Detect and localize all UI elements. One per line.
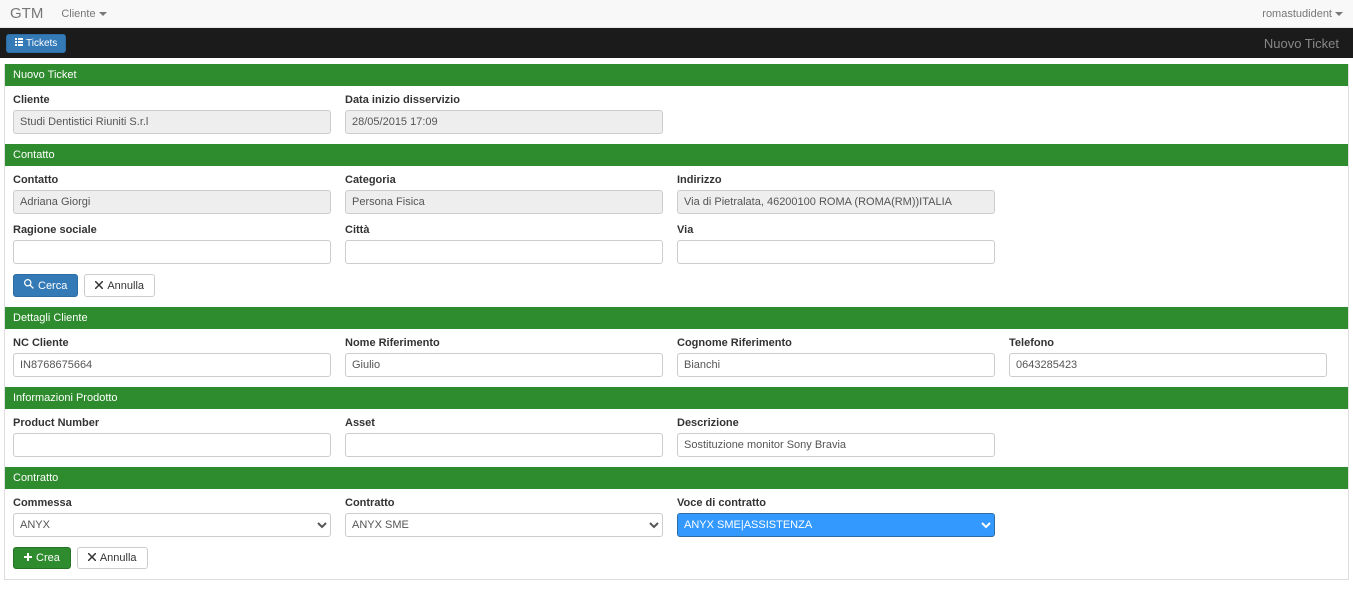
annulla-button-label: Annulla xyxy=(107,280,144,292)
nc-cliente-label: NC Cliente xyxy=(13,337,331,349)
voce-label: Voce di contratto xyxy=(677,497,995,509)
descrizione-label: Descrizione xyxy=(677,417,995,429)
cerca-button[interactable]: Cerca xyxy=(13,274,78,297)
brand: GTM xyxy=(10,5,43,22)
telefono-input[interactable] xyxy=(1009,353,1327,377)
nome-rif-label: Nome Riferimento xyxy=(345,337,663,349)
via-label: Via xyxy=(677,224,995,236)
contatto-label: Contatto xyxy=(13,174,331,186)
caret-icon xyxy=(99,12,107,16)
panel-header-prodotto: Informazioni Prodotto xyxy=(5,387,1348,409)
data-inizio-field xyxy=(345,110,663,134)
contratto-select[interactable]: ANYX SME xyxy=(345,513,663,537)
telefono-label: Telefono xyxy=(1009,337,1327,349)
cliente-label: Cliente xyxy=(13,94,331,106)
crea-button[interactable]: Crea xyxy=(13,547,71,569)
navbar-sub: Tickets Nuovo Ticket xyxy=(0,28,1353,58)
cliente-field xyxy=(13,110,331,134)
commessa-label: Commessa xyxy=(13,497,331,509)
nc-cliente-input[interactable] xyxy=(13,353,331,377)
panel-header-contratto: Contratto xyxy=(5,467,1348,489)
contratto-label: Contratto xyxy=(345,497,663,509)
categoria-field xyxy=(345,190,663,214)
nome-rif-input[interactable] xyxy=(345,353,663,377)
voce-select[interactable]: ANYX SME|ASSISTENZA xyxy=(677,513,995,537)
citta-label: Città xyxy=(345,224,663,236)
remove-icon xyxy=(95,280,103,292)
crea-button-label: Crea xyxy=(36,552,60,564)
panel-header-nuovo: Nuovo Ticket xyxy=(5,64,1348,86)
navbar-top: GTM Cliente romastudident xyxy=(0,0,1353,28)
tickets-button-label: Tickets xyxy=(26,38,57,49)
product-number-label: Product Number xyxy=(13,417,331,429)
ragione-input[interactable] xyxy=(13,240,331,264)
nav-user-dropdown[interactable]: romastudident xyxy=(1262,8,1343,20)
cognome-rif-input[interactable] xyxy=(677,353,995,377)
asset-input[interactable] xyxy=(345,433,663,457)
panel-nuovo-ticket: Nuovo Ticket Cliente Data inizio disserv… xyxy=(4,64,1349,580)
asset-label: Asset xyxy=(345,417,663,429)
indirizzo-field xyxy=(677,190,995,214)
product-number-input[interactable] xyxy=(13,433,331,457)
caret-icon xyxy=(1335,12,1343,16)
search-icon xyxy=(24,279,34,292)
page-title: Nuovo Ticket xyxy=(1264,36,1347,51)
nav-client-dropdown[interactable]: Cliente xyxy=(61,8,106,20)
via-input[interactable] xyxy=(677,240,995,264)
categoria-label: Categoria xyxy=(345,174,663,186)
tickets-button[interactable]: Tickets xyxy=(6,34,66,53)
citta-input[interactable] xyxy=(345,240,663,264)
annulla-contratto-button[interactable]: Annulla xyxy=(77,547,148,569)
commessa-select[interactable]: ANYX xyxy=(13,513,331,537)
descrizione-input[interactable] xyxy=(677,433,995,457)
indirizzo-label: Indirizzo xyxy=(677,174,995,186)
panel-header-dettagli: Dettagli Cliente xyxy=(5,307,1348,329)
ragione-label: Ragione sociale xyxy=(13,224,331,236)
plus-icon xyxy=(24,552,32,564)
data-inizio-label: Data inizio disservizio xyxy=(345,94,663,106)
contatto-field xyxy=(13,190,331,214)
remove-icon xyxy=(88,552,96,564)
cerca-button-label: Cerca xyxy=(38,280,67,292)
nav-user-label: romastudident xyxy=(1262,8,1332,20)
panel-header-contatto: Contatto xyxy=(5,144,1348,166)
th-list-icon xyxy=(15,38,23,49)
cognome-rif-label: Cognome Riferimento xyxy=(677,337,995,349)
annulla-button-label: Annulla xyxy=(100,552,137,564)
nav-client-label: Cliente xyxy=(61,8,95,20)
annulla-contatto-button[interactable]: Annulla xyxy=(84,274,155,297)
